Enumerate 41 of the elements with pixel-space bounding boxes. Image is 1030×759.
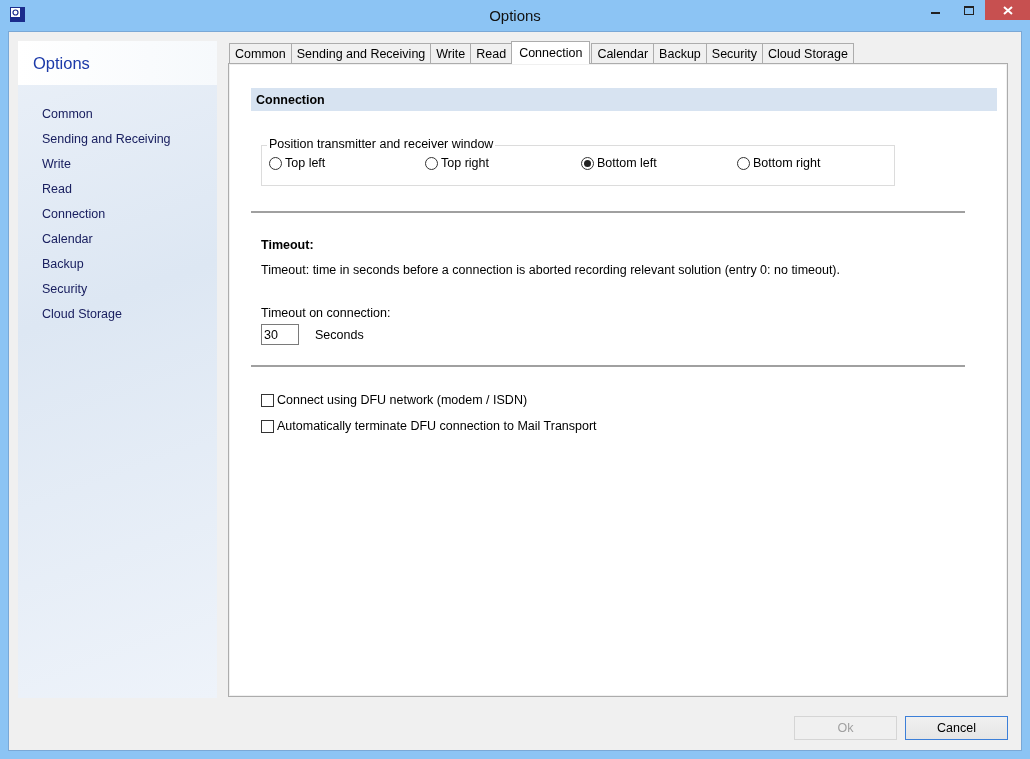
sidebar-title: Options (18, 41, 217, 85)
tab[interactable]: Backup (653, 43, 707, 63)
sidebar-item[interactable]: Connection (42, 206, 106, 231)
sidebar-item[interactable]: Cloud Storage (42, 306, 122, 331)
sidebar-item[interactable]: Calendar (42, 231, 93, 256)
tab[interactable]: Security (705, 43, 763, 63)
checkbox-label: Connect using DFU network (modem / ISDN) (277, 393, 528, 407)
field-label: Timeout on connection: (261, 306, 391, 320)
tab[interactable]: Connection (511, 41, 591, 64)
timeout-description: Timeout: time in seconds before a connection is aborted recording relevant solution (entry 0: no timeout). (261, 263, 840, 277)
radio-button[interactable] (737, 156, 750, 170)
window-title: Options (489, 7, 541, 24)
timeout-input[interactable]: 30 (261, 324, 299, 345)
tab[interactable]: Cloud Storage (761, 43, 854, 63)
sidebar-item[interactable]: Sending and Receiving (42, 131, 171, 156)
group-legend: Position transmitter and receiver window (267, 137, 496, 151)
sidebar-item[interactable]: Write (42, 156, 71, 181)
radio-label: Bottom left (597, 156, 657, 170)
unit-label: Seconds (315, 327, 364, 342)
checkbox-label: Automatically terminate DFU connection to Mail Transport (277, 419, 597, 433)
tab[interactable]: Calendar (591, 43, 655, 63)
app-icon (10, 7, 25, 22)
radio-button[interactable] (269, 156, 282, 170)
radio-label: Top right (441, 156, 489, 170)
radio-button[interactable] (581, 156, 594, 170)
section-header: Connection (251, 88, 997, 111)
radio-label: Top left (285, 156, 326, 170)
checkbox[interactable] (261, 393, 274, 407)
timeout-heading: Timeout: (261, 238, 314, 252)
radio-label: Bottom right (753, 156, 821, 170)
checkbox[interactable] (261, 419, 274, 433)
tab[interactable]: Sending and Receiving (290, 43, 432, 63)
sidebar-item[interactable]: Read (42, 181, 72, 206)
tab[interactable]: Common (229, 43, 292, 63)
radio-button[interactable] (425, 156, 438, 170)
dialog-button[interactable]: Cancel (905, 716, 1008, 740)
sidebar-item[interactable]: Security (42, 281, 88, 306)
close-button[interactable] (985, 0, 1030, 20)
sidebar-item[interactable]: Common (42, 106, 93, 131)
close-icon (1002, 5, 1013, 15)
sidebar-item[interactable]: Backup (42, 256, 84, 281)
